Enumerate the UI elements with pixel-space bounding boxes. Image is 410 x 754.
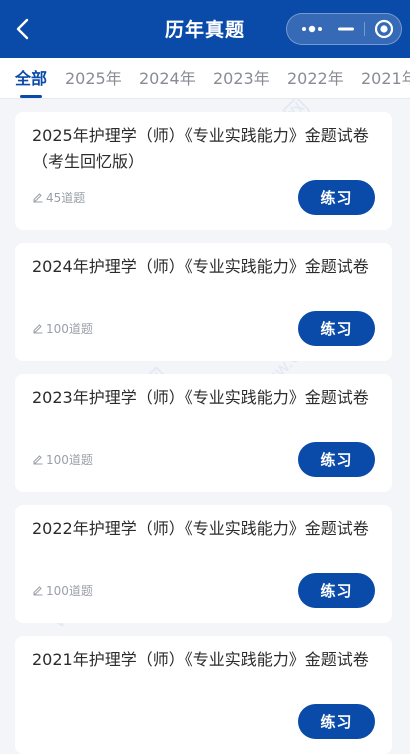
tab-2025[interactable]: 2025年 <box>65 65 122 89</box>
practice-button[interactable]: 练习 <box>298 704 375 739</box>
practice-button[interactable]: 练习 <box>298 573 375 608</box>
question-count-text: 45道题 <box>46 190 86 205</box>
more-dots-icon <box>302 25 322 33</box>
question-count: 100道题 <box>32 451 93 467</box>
tab-all[interactable]: 全部 <box>15 65 47 89</box>
more-button[interactable] <box>293 14 331 44</box>
practice-button[interactable]: 练习 <box>298 180 375 215</box>
question-count: 45道题 <box>32 189 85 205</box>
edit-icon <box>33 193 43 203</box>
paper-card[interactable]: 2021年护理学（师）《专业实践能力》金题试卷 练习 <box>15 636 392 754</box>
question-count-text: 100道题 <box>46 452 93 467</box>
year-tab-bar: 全部 2025年 2024年 2023年 2022年 2021年 <box>0 58 410 99</box>
paper-title: 2022年护理学（师）《专业实践能力》金题试卷 <box>32 519 369 538</box>
paper-title: 2021年护理学（师）《专业实践能力》金题试卷 <box>32 650 369 669</box>
paper-title: 2025年护理学（师）《专业实践能力》金题试卷（考生回忆版） <box>32 126 369 171</box>
navigation-bar: 历年真题 <box>0 0 410 58</box>
minimize-button[interactable] <box>327 14 365 44</box>
practice-button[interactable]: 练习 <box>298 311 375 346</box>
question-count-text: 100道题 <box>46 321 93 336</box>
practice-button[interactable]: 练习 <box>298 442 375 477</box>
paper-card[interactable]: 2024年护理学（师）《专业实践能力》金题试卷 100道题 练习 <box>15 243 392 361</box>
question-count: 100道题 <box>32 582 93 598</box>
edit-icon <box>33 324 43 334</box>
mini-program-capsule <box>286 13 402 45</box>
edit-icon <box>33 586 43 596</box>
paper-title: 2024年护理学（师）《专业实践能力》金题试卷 <box>32 257 369 276</box>
tab-2021[interactable]: 2021年 <box>361 65 410 89</box>
tab-2024[interactable]: 2024年 <box>139 65 196 89</box>
minimize-icon <box>338 27 354 31</box>
question-count: 100道题 <box>32 320 93 336</box>
target-circle-icon <box>374 19 394 39</box>
tab-2023[interactable]: 2023年 <box>213 65 270 89</box>
question-count-text: 100道题 <box>46 583 93 598</box>
paper-card[interactable]: 2025年护理学（师）《专业实践能力》金题试卷（考生回忆版） 45道题 练习 <box>15 112 392 230</box>
edit-icon <box>33 455 43 465</box>
active-tab-indicator <box>20 95 42 98</box>
paper-card[interactable]: 2022年护理学（师）《专业实践能力》金题试卷 100道题 练习 <box>15 505 392 623</box>
tab-2022[interactable]: 2022年 <box>287 65 344 89</box>
paper-title: 2023年护理学（师）《专业实践能力》金题试卷 <box>32 388 369 407</box>
paper-card[interactable]: 2023年护理学（师）《专业实践能力》金题试卷 100道题 练习 <box>15 374 392 492</box>
close-button[interactable] <box>365 14 403 44</box>
